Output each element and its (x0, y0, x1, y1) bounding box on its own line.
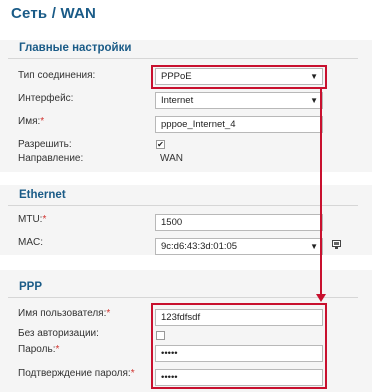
chevron-down-icon: ▼ (310, 72, 318, 81)
direction-label: Направление: (18, 153, 84, 164)
ethernet-title: Ethernet (19, 189, 66, 201)
mtu-label: MTU:* (18, 214, 46, 225)
mac-label: MAC: (18, 237, 43, 248)
username-input[interactable]: 123fdfsdf (155, 309, 323, 326)
chevron-down-icon: ▼ (310, 242, 318, 251)
mtu-label-text: MTU: (18, 214, 43, 225)
interface-select[interactable]: Internet ▼ (155, 92, 323, 109)
direction-value: WAN (160, 153, 183, 164)
mac-value: 9c:d6:43:3d:01:05 (161, 241, 238, 252)
main-settings-header: Главные настройки (8, 42, 358, 59)
ethernet-header: Ethernet (8, 189, 358, 206)
ppp-header: PPP (8, 281, 358, 298)
no-auth-label: Без авторизации: (18, 328, 99, 339)
required-mark: * (106, 308, 111, 319)
required-mark: * (40, 116, 45, 127)
check-icon: ✔ (157, 140, 164, 149)
allow-label: Разрешить: (18, 139, 72, 150)
required-mark: * (55, 344, 60, 355)
required-mark: * (130, 368, 135, 379)
ppp-title: PPP (19, 281, 43, 293)
chevron-down-icon: ▼ (310, 96, 318, 105)
password-confirm-label: Подтверждение пароля:* (18, 368, 135, 379)
password-confirm-label-text: Подтверждение пароля: (18, 368, 131, 379)
allow-checkbox[interactable]: ✔ (156, 140, 165, 149)
mtu-input[interactable]: 1500 (155, 214, 323, 231)
main-settings-title: Главные настройки (19, 42, 132, 54)
password-label: Пароль:* (18, 344, 59, 355)
connection-type-select[interactable]: PPPoE ▼ (155, 68, 323, 85)
mac-select[interactable]: 9c:d6:43:3d:01:05 ▼ (155, 238, 323, 255)
username-label: Имя пользователя:* (18, 308, 110, 319)
required-mark: * (42, 214, 47, 225)
connection-type-label: Тип соединения: (18, 70, 96, 81)
password-confirm-input[interactable]: ••••• (155, 369, 323, 386)
connection-type-value: PPPoE (161, 71, 192, 82)
interface-label: Интерфейс: (18, 93, 74, 104)
name-input[interactable]: pppoe_Internet_4 (155, 116, 323, 133)
annotation-connector-line (320, 88, 322, 300)
password-label-text: Пароль: (18, 344, 56, 355)
name-label: Имя:* (18, 116, 44, 127)
username-label-text: Имя пользователя: (18, 308, 107, 319)
interface-value: Internet (161, 95, 194, 106)
network-card-icon[interactable] (332, 240, 341, 249)
no-auth-checkbox[interactable] (156, 331, 165, 340)
password-input[interactable]: ••••• (155, 345, 323, 362)
arrow-down-icon (316, 294, 326, 302)
name-label-text: Имя: (18, 116, 41, 127)
page-title: Сеть / WAN (11, 5, 97, 22)
